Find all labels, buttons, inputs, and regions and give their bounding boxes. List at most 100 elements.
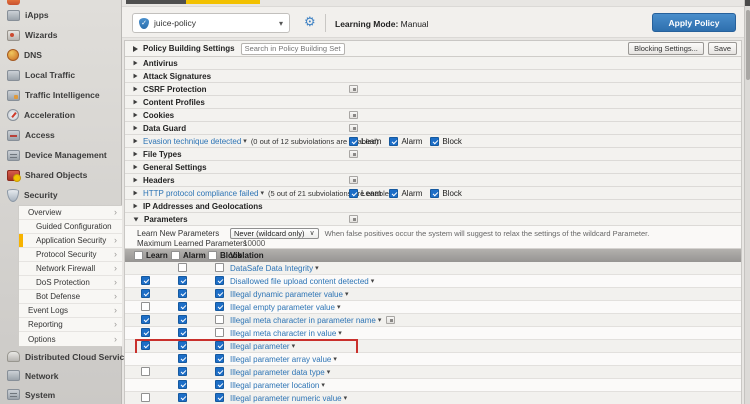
sidebar-item[interactable]: Local Traffic [0, 65, 121, 85]
alarm-checkbox[interactable] [389, 137, 398, 146]
section-row[interactable]: Data Guard Learn Alarm Block [125, 122, 741, 135]
popup-icon[interactable] [349, 150, 358, 158]
violation-link[interactable]: Illegal meta character in value [230, 329, 336, 338]
block-checkbox[interactable] [430, 137, 439, 146]
learn-checkbox[interactable] [141, 289, 150, 298]
learn-checkbox[interactable] [141, 367, 150, 376]
section-row[interactable]: Content Profiles Learn Alarm Block [125, 96, 741, 109]
popup-icon[interactable] [349, 85, 358, 93]
block-checkbox[interactable] [430, 189, 439, 198]
block-checkbox[interactable] [215, 315, 224, 324]
popup-icon[interactable] [349, 215, 358, 223]
violation-link[interactable]: Illegal parameter array value [230, 355, 331, 364]
block-checkbox[interactable] [215, 276, 224, 285]
learn-new-parameters-select[interactable]: Never (wildcard only) [230, 228, 319, 239]
section-row[interactable]: Cookies Learn Alarm Block [125, 109, 741, 122]
violation-link[interactable]: Illegal meta character in parameter name [230, 316, 376, 325]
submenu-item[interactable]: Overview [19, 206, 122, 220]
alarm-checkbox[interactable] [178, 263, 187, 272]
sidebar-item[interactable]: System [0, 385, 121, 404]
sidebar-item[interactable]: Network [0, 366, 121, 385]
block-checkbox[interactable] [215, 354, 224, 363]
learn-select-all-checkbox[interactable] [134, 251, 143, 260]
learn-checkbox[interactable] [141, 393, 150, 402]
violation-link[interactable]: Illegal empty parameter value [230, 303, 335, 312]
alarm-checkbox[interactable] [178, 276, 187, 285]
sidebar-item[interactable]: Acceleration [0, 105, 121, 125]
sidebar-item[interactable]: Security [0, 185, 121, 205]
alarm-checkbox[interactable] [178, 367, 187, 376]
policy-selector[interactable]: juice-policy [132, 13, 290, 33]
section-row[interactable]: HTTP protocol compliance failed (5 out o… [125, 187, 741, 200]
section-row[interactable]: Antivirus Learn Alarm Block [125, 57, 741, 70]
violation-link[interactable]: DataSafe Data Integrity [230, 264, 313, 273]
sidebar-item[interactable]: Distributed Cloud Services [0, 347, 121, 366]
page-scrollbar[interactable] [744, 0, 750, 404]
sidebar-item[interactable]: Wizards [0, 25, 121, 45]
alarm-checkbox[interactable] [178, 289, 187, 298]
apply-policy-button[interactable]: Apply Policy [652, 13, 736, 32]
section-row[interactable]: Evasion technique detected (0 out of 12 … [125, 135, 741, 148]
block-checkbox[interactable] [215, 302, 224, 311]
section-row[interactable]: General Settings Learn Alarm Block [125, 161, 741, 174]
popup-icon[interactable] [349, 111, 358, 119]
section-row[interactable]: File Types Learn Alarm Block [125, 148, 741, 161]
section-row[interactable]: Attack Signatures Learn Alarm Block [125, 70, 741, 83]
gear-icon[interactable] [304, 15, 316, 28]
violation-link[interactable]: Illegal parameter numeric value [230, 394, 342, 403]
learn-checkbox[interactable] [141, 328, 150, 337]
submenu-item[interactable]: Bot Defense [19, 290, 122, 304]
block-checkbox[interactable] [215, 380, 224, 389]
submenu-item[interactable]: Guided Configuration [19, 220, 122, 234]
violation-link[interactable]: Illegal parameter location [230, 381, 319, 390]
block-checkbox[interactable] [215, 289, 224, 298]
learn-checkbox[interactable] [141, 341, 150, 350]
violation-link[interactable]: Illegal parameter [230, 342, 290, 351]
alarm-checkbox[interactable] [178, 393, 187, 402]
alarm-checkbox[interactable] [178, 315, 187, 324]
section-row[interactable]: Headers Learn Alarm Block [125, 174, 741, 187]
block-checkbox[interactable] [215, 328, 224, 337]
popup-icon[interactable] [349, 124, 358, 132]
learn-checkbox[interactable] [141, 315, 150, 324]
alarm-checkbox[interactable] [178, 302, 187, 311]
popup-icon[interactable] [386, 316, 395, 324]
blocking-settings-button[interactable]: Blocking Settings... [628, 42, 704, 55]
save-button[interactable]: Save [708, 42, 737, 55]
sidebar-item[interactable]: Device Management [0, 145, 121, 165]
alarm-checkbox[interactable] [178, 354, 187, 363]
submenu-item[interactable]: Protocol Security [19, 248, 122, 262]
sidebar-item[interactable]: Traffic Intelligence [0, 85, 121, 105]
block-checkbox[interactable] [215, 341, 224, 350]
learn-checkbox[interactable] [349, 189, 358, 198]
block-checkbox[interactable] [215, 263, 224, 272]
section-row[interactable]: Parameters Learn Alarm Block [125, 213, 741, 226]
block-checkbox[interactable] [215, 393, 224, 402]
block-checkbox[interactable] [215, 367, 224, 376]
popup-icon[interactable] [349, 176, 358, 184]
submenu-item[interactable]: Application Security [19, 234, 122, 248]
submenu-item[interactable]: DoS Protection [19, 276, 122, 290]
learn-checkbox[interactable] [141, 276, 150, 285]
alarm-select-all-checkbox[interactable] [171, 251, 180, 260]
search-input[interactable] [241, 43, 345, 55]
learn-checkbox[interactable] [349, 137, 358, 146]
alarm-checkbox[interactable] [178, 341, 187, 350]
section-row[interactable]: IP Addresses and Geolocations Learn Alar… [125, 200, 741, 213]
sidebar-item[interactable]: iApps [0, 5, 121, 25]
submenu-item[interactable]: Options [19, 332, 122, 346]
violation-link[interactable]: Disallowed file upload content detected [230, 277, 369, 286]
block-select-all-checkbox[interactable] [208, 251, 217, 260]
sidebar-item[interactable]: DNS [0, 45, 121, 65]
section-row[interactable]: CSRF Protection Learn Alarm Block [125, 83, 741, 96]
alarm-checkbox[interactable] [389, 189, 398, 198]
learn-checkbox[interactable] [141, 302, 150, 311]
sidebar-item[interactable]: Access [0, 125, 121, 145]
collapse-arrow-icon[interactable] [133, 46, 138, 52]
alarm-checkbox[interactable] [178, 380, 187, 389]
submenu-item[interactable]: Network Firewall [19, 262, 122, 276]
violation-link[interactable]: Illegal parameter data type [230, 368, 325, 377]
scrollbar-thumb[interactable] [746, 10, 750, 80]
alarm-checkbox[interactable] [178, 328, 187, 337]
sidebar-item[interactable]: Shared Objects [0, 165, 121, 185]
